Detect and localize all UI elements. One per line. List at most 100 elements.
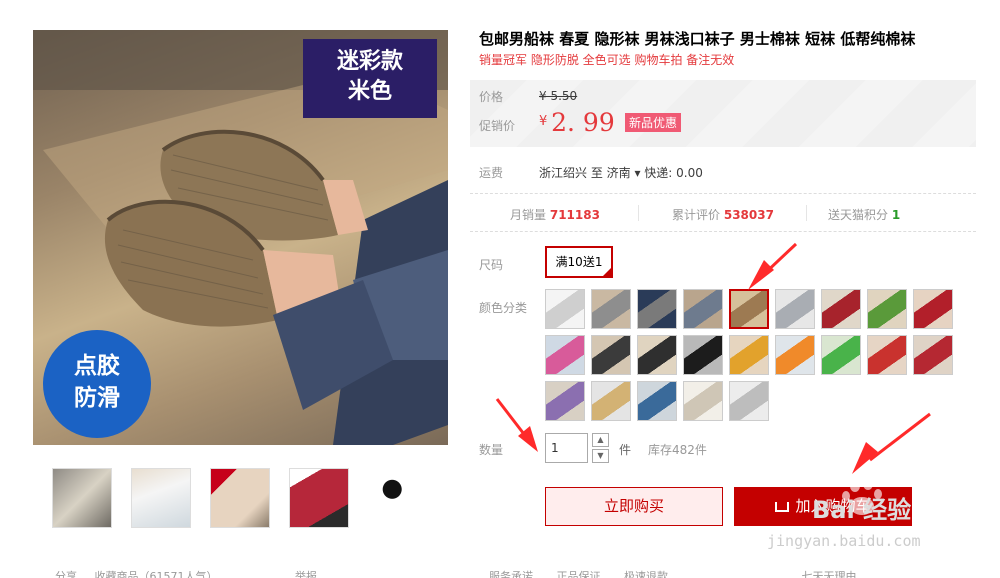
badge-line-2: 防滑 bbox=[74, 385, 120, 411]
swatch-image bbox=[776, 290, 814, 328]
divider bbox=[470, 231, 976, 232]
color-swatch[interactable] bbox=[591, 289, 631, 329]
thumbnail-1[interactable] bbox=[52, 468, 112, 528]
thumbnail-3[interactable] bbox=[210, 468, 270, 528]
color-swatch[interactable] bbox=[821, 289, 861, 329]
color-swatch[interactable] bbox=[913, 289, 953, 329]
service-label: 服务承诺 bbox=[489, 570, 533, 578]
swatch-image bbox=[730, 382, 768, 420]
swatch-image bbox=[592, 290, 630, 328]
quantity-input[interactable]: 1 bbox=[545, 433, 588, 463]
swatch-image bbox=[638, 336, 676, 374]
stock-count: 库存482件 bbox=[648, 443, 707, 457]
swatch-image bbox=[730, 336, 768, 374]
promo-line-2: 米色 bbox=[347, 79, 392, 104]
guarantee-label[interactable]: 正品保证 bbox=[557, 570, 601, 578]
fast-refund-label[interactable]: 极速退款 bbox=[624, 570, 668, 578]
watermark-brand: Bai 经验 bbox=[812, 496, 912, 524]
divider bbox=[806, 205, 807, 221]
favorite-link[interactable]: 收藏商品（61571人气） bbox=[95, 570, 218, 578]
report-link[interactable]: 举报 bbox=[295, 570, 317, 578]
color-swatch[interactable] bbox=[729, 335, 769, 375]
color-swatch[interactable] bbox=[821, 335, 861, 375]
total-reviews[interactable]: 累计评价 538037 bbox=[672, 206, 774, 223]
color-swatch[interactable] bbox=[637, 289, 677, 329]
swatch-image bbox=[592, 382, 630, 420]
thumbnail-strip bbox=[52, 468, 432, 528]
color-swatch[interactable] bbox=[775, 289, 815, 329]
quantity-decrease-button[interactable]: ▼ bbox=[592, 449, 609, 463]
swatch-image bbox=[638, 290, 676, 328]
promo-price-value: 2. 99 bbox=[551, 108, 615, 137]
color-swatch[interactable] bbox=[637, 381, 677, 421]
size-option-selected[interactable]: 满10送1 bbox=[545, 246, 613, 278]
shipping-label: 运费 bbox=[479, 166, 504, 180]
promo-price-label: 促销价 bbox=[479, 119, 516, 133]
thumbnail-5[interactable] bbox=[368, 468, 428, 528]
swatch-image bbox=[546, 290, 584, 328]
color-swatch[interactable] bbox=[729, 381, 769, 421]
swatch-image bbox=[684, 382, 722, 420]
share-favorite-row: 分享 收藏商品（61571人气） 举报 bbox=[55, 568, 475, 578]
monthly-sales-label: 月销量 bbox=[510, 208, 547, 222]
points-label: 送天猫积分 bbox=[828, 208, 889, 222]
arrow-head-icon bbox=[748, 260, 774, 290]
swatch-image bbox=[776, 336, 814, 374]
watermark-url: jingyan.baidu.com bbox=[767, 532, 921, 550]
color-swatch[interactable] bbox=[683, 289, 723, 329]
color-swatch[interactable] bbox=[867, 289, 907, 329]
product-title: 包邮男船袜 春夏 隐形袜 男袜浅口袜子 男士棉袜 短袜 低帮纯棉袜 bbox=[479, 30, 916, 48]
shipping-destination-select[interactable]: 浙江绍兴 至 济南 ▾ 快递: 0.00 bbox=[539, 164, 703, 181]
color-swatch[interactable] bbox=[683, 335, 723, 375]
quantity-label: 数量 bbox=[479, 443, 504, 457]
color-swatch[interactable] bbox=[591, 381, 631, 421]
thumbnail-4[interactable] bbox=[289, 468, 349, 528]
color-label: 颜色分类 bbox=[479, 301, 528, 315]
monthly-sales-value: 711183 bbox=[549, 208, 600, 222]
new-product-discount-tag: 新品优惠 bbox=[625, 113, 682, 132]
color-swatch[interactable] bbox=[545, 335, 585, 375]
color-swatch[interactable] bbox=[637, 335, 677, 375]
color-swatch[interactable] bbox=[683, 381, 723, 421]
color-swatch[interactable] bbox=[775, 335, 815, 375]
size-option-label: 满10送1 bbox=[555, 255, 603, 269]
swatch-image bbox=[822, 290, 860, 328]
color-swatch[interactable] bbox=[913, 335, 953, 375]
swatch-image bbox=[684, 336, 722, 374]
swatch-image bbox=[822, 336, 860, 374]
service-promise-row: 服务承诺 正品保证 极速退款 七天无理由 bbox=[489, 568, 969, 578]
color-swatch[interactable] bbox=[545, 289, 585, 329]
swatch-image bbox=[638, 382, 676, 420]
thumbnail-2[interactable] bbox=[131, 468, 191, 528]
quantity-increase-button[interactable]: ▲ bbox=[592, 433, 609, 447]
color-swatch[interactable] bbox=[867, 335, 907, 375]
swatch-image bbox=[914, 290, 952, 328]
quantity-unit: 件 bbox=[619, 443, 632, 457]
promo-price: ¥ 2. 99 bbox=[539, 108, 615, 137]
swatch-image bbox=[731, 291, 767, 327]
swatch-image bbox=[546, 336, 584, 374]
anti-slip-badge: 点胶 防滑 bbox=[43, 330, 151, 438]
currency-symbol: ¥ bbox=[539, 114, 548, 129]
promo-line-1: 迷彩款 bbox=[336, 49, 403, 74]
main-product-image: 迷彩款 米色 点胶 防滑 bbox=[33, 30, 448, 445]
return-policy-label[interactable]: 七天无理由 bbox=[802, 570, 857, 578]
selected-check-icon bbox=[601, 266, 613, 278]
color-swatch[interactable] bbox=[545, 381, 585, 421]
swatch-image bbox=[684, 290, 722, 328]
tmall-points: 送天猫积分 1 bbox=[828, 206, 900, 223]
color-swatch[interactable] bbox=[729, 289, 769, 329]
buy-now-button[interactable]: 立即购买 bbox=[545, 487, 723, 526]
product-subtitle: 销量冠军 隐形防脱 全色可选 购物车拍 备注无效 bbox=[479, 53, 735, 67]
share-link[interactable]: 分享 bbox=[55, 570, 77, 578]
swatch-image bbox=[914, 336, 952, 374]
reviews-label: 累计评价 bbox=[672, 208, 721, 222]
reviews-value: 538037 bbox=[723, 208, 774, 222]
points-value: 1 bbox=[891, 208, 901, 222]
color-swatch[interactable] bbox=[591, 335, 631, 375]
swatch-image bbox=[868, 336, 906, 374]
original-price: ¥ 5.50 bbox=[539, 89, 578, 103]
size-label: 尺码 bbox=[479, 258, 504, 272]
arrow-head-icon bbox=[518, 426, 538, 452]
original-price-label: 价格 bbox=[479, 90, 504, 104]
